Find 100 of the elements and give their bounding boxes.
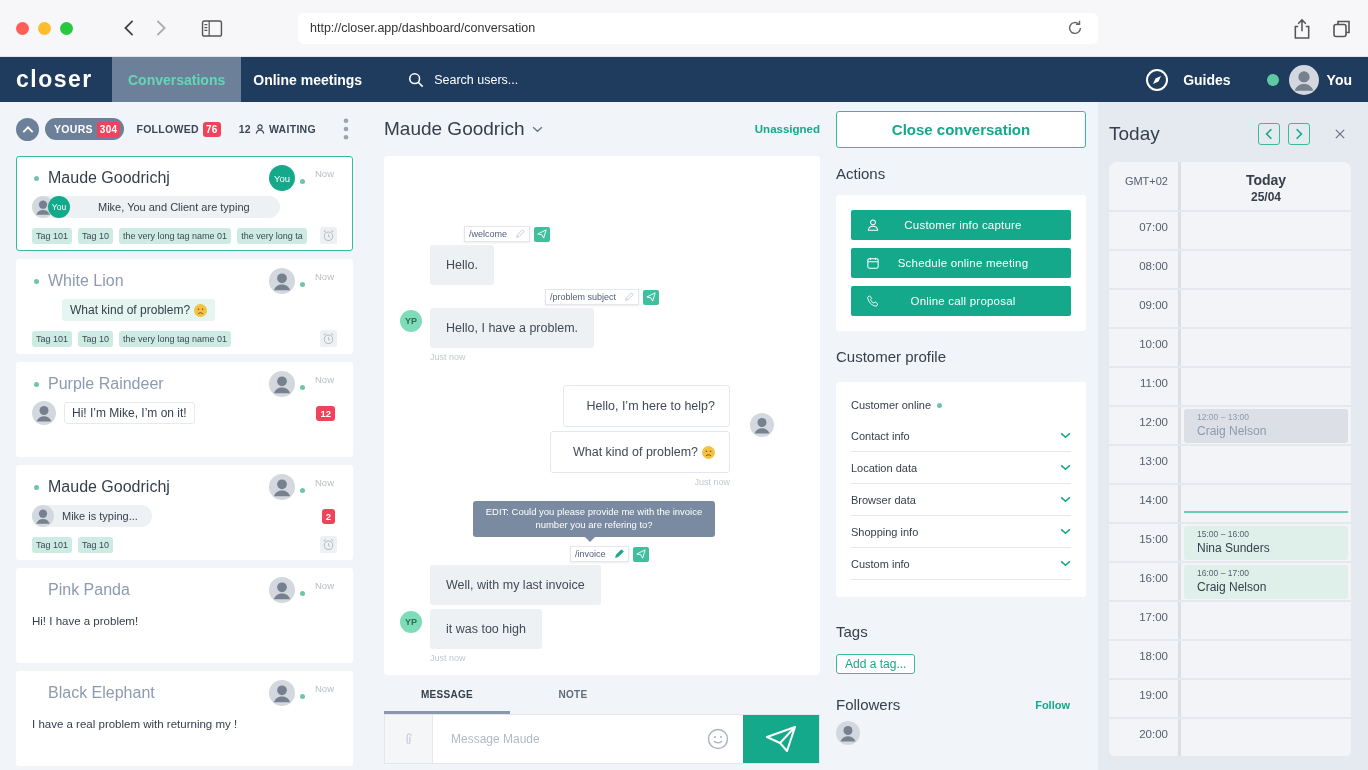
hour-label: 09:00 — [1109, 290, 1181, 327]
assignee-badge: You — [269, 165, 295, 191]
hour-label: 07:00 — [1109, 212, 1181, 249]
chevron-up-icon — [21, 124, 34, 134]
contact-name: Purple Raindeer — [48, 375, 164, 393]
conversation-card[interactable]: Purple Raindeer Now Hi! I’m Mike, I’m on it! 12 — [16, 362, 353, 457]
tag: Tag 10 — [78, 536, 114, 553]
filter-tab[interactable]: FOLLOWED 76 — [130, 118, 227, 140]
conversation-card[interactable]: Pink Panda Now Hi! I have a problem! — [16, 568, 353, 663]
hour-label: 08:00 — [1109, 251, 1181, 288]
tag: Tag 10 — [78, 330, 114, 347]
conversation-card[interactable]: Maude Goodrichj You Now You Mike, You and Client are typing Tag 101 Tag 10 the very long tag name 01 the very long ta — [16, 156, 353, 251]
assignee-badge: You — [48, 196, 70, 218]
reload-icon[interactable] — [1066, 19, 1084, 37]
calendar-event[interactable]: 16:00 – 17:00 Craig Nelson — [1184, 565, 1348, 599]
message-text: it was too high — [446, 622, 526, 636]
person-avatar — [269, 268, 295, 294]
smiley-icon[interactable] — [707, 728, 729, 750]
tag: the very long tag name 01 — [119, 227, 232, 244]
pencil-icon[interactable] — [613, 549, 624, 559]
event-name: Nina Sunders — [1197, 541, 1271, 555]
hour-label: 18:00 — [1109, 641, 1181, 678]
window-minimize-button[interactable] — [38, 21, 51, 35]
contact-name: White Lion — [48, 272, 124, 290]
close-icon[interactable] — [1335, 129, 1345, 139]
timezone-label: GMT+02 — [1109, 162, 1181, 210]
send-command-button[interactable] — [643, 289, 660, 305]
event-name: Craig Nelson — [1197, 580, 1268, 594]
more-options-icon[interactable] — [343, 118, 349, 140]
conversation-card[interactable]: Maude Goodrichj Now Mike is typing... 2 Tag 101 Tag 10 — [16, 465, 353, 560]
count-badge: 304 — [96, 121, 121, 137]
customer-initials-avatar: YP — [400, 611, 422, 633]
event-time: 15:00 – 16:00 — [1197, 529, 1250, 539]
agent-status-dot — [300, 384, 305, 390]
hour-label: 17:00 — [1109, 602, 1181, 639]
send-command-button[interactable] — [632, 546, 649, 562]
message-text: Hello. — [446, 258, 478, 273]
send-command-button[interactable] — [534, 226, 550, 242]
time-label: Now — [315, 168, 335, 179]
chevron-down-icon — [1060, 496, 1071, 503]
window-close-button[interactable] — [16, 21, 29, 35]
day-date: 25/04 — [1251, 190, 1281, 204]
command-chip[interactable]: /invoice — [570, 546, 629, 562]
alarm-clock-icon[interactable] — [320, 330, 337, 347]
send-button[interactable] — [743, 715, 819, 763]
attach-button[interactable] — [385, 715, 433, 763]
person-avatar — [836, 721, 860, 745]
nav-tab[interactable]: Online meetings — [241, 57, 375, 102]
hour-label: 13:00 — [1109, 446, 1181, 483]
message-text: What kind of problem? — [572, 445, 698, 460]
collapse-button[interactable] — [16, 117, 39, 141]
person-avatar — [750, 412, 774, 437]
sidebar-icon[interactable] — [201, 19, 223, 37]
window-zoom-button[interactable] — [60, 21, 73, 35]
tag: the very long tag name 01 — [119, 330, 232, 347]
contact-name: Maude Goodrichj — [48, 169, 170, 187]
hour-label: 16:00 — [1109, 563, 1181, 600]
share-icon[interactable] — [1292, 17, 1312, 39]
time-label: Now — [315, 271, 335, 282]
paper-plane-icon — [646, 292, 657, 303]
conversation-card[interactable]: White Lion Now What kind of problem? Tag 101 Tag 10 the very long tag name 01 — [16, 259, 353, 354]
hour-label: 15:00 — [1109, 524, 1181, 561]
profile-section-row[interactable]: Location data — [851, 452, 1071, 484]
composer-tab[interactable]: NOTE — [510, 678, 636, 714]
day-label: Today — [1245, 172, 1287, 188]
filter-tab[interactable]: 12 WAITING — [232, 118, 322, 140]
unread-count-badge: 12 — [316, 405, 335, 421]
previous-day-button[interactable] — [1258, 123, 1280, 145]
person-avatar — [269, 474, 295, 500]
time-label: Now — [315, 374, 335, 385]
chevron-down-icon — [1060, 432, 1071, 439]
alarm-clock-icon[interactable] — [320, 227, 337, 244]
address-bar[interactable]: http://closer.app/dashboard/conversation — [298, 12, 1098, 44]
guides-button[interactable]: Guides — [1139, 66, 1237, 93]
profile-section-row[interactable]: Custom info — [851, 548, 1071, 580]
command-chip[interactable]: /problem subject — [545, 289, 640, 306]
time-label: Now — [315, 683, 335, 694]
chevron-down-icon — [1060, 528, 1071, 535]
command-chip[interactable]: /welcome — [464, 226, 530, 243]
profile-section-row[interactable]: Contact info — [851, 420, 1071, 452]
filter-tab[interactable]: YOURS 304 — [45, 118, 125, 140]
calendar-event[interactable]: 15:00 – 16:00 Nina Sunders — [1184, 526, 1348, 560]
conversation-card[interactable]: Black Elephant Now I have a real problem with returning my ! — [16, 671, 353, 766]
pencil-icon[interactable] — [624, 292, 635, 303]
profile-section-row[interactable]: Shopping info — [851, 516, 1071, 548]
unread-count-badge: 2 — [321, 508, 335, 524]
alarm-clock-icon[interactable] — [320, 536, 337, 553]
next-day-button[interactable] — [1288, 123, 1310, 145]
hour-label: 19:00 — [1109, 680, 1181, 717]
section-heading: Actions — [836, 165, 886, 182]
chevron-down-icon — [1060, 464, 1071, 471]
profile-section-row[interactable]: Browser data — [851, 484, 1071, 516]
search-field[interactable]: Search users... — [432, 71, 597, 88]
paper-plane-icon — [635, 549, 646, 559]
contact-dropdown[interactable]: Maude Goodrich — [384, 118, 544, 140]
section-heading: Customer profile — [836, 348, 947, 365]
agent-status-dot — [300, 590, 305, 596]
calendar-title: Today — [1109, 123, 1160, 145]
pencil-icon[interactable] — [515, 229, 525, 240]
tag: Tag 101 — [32, 536, 73, 553]
